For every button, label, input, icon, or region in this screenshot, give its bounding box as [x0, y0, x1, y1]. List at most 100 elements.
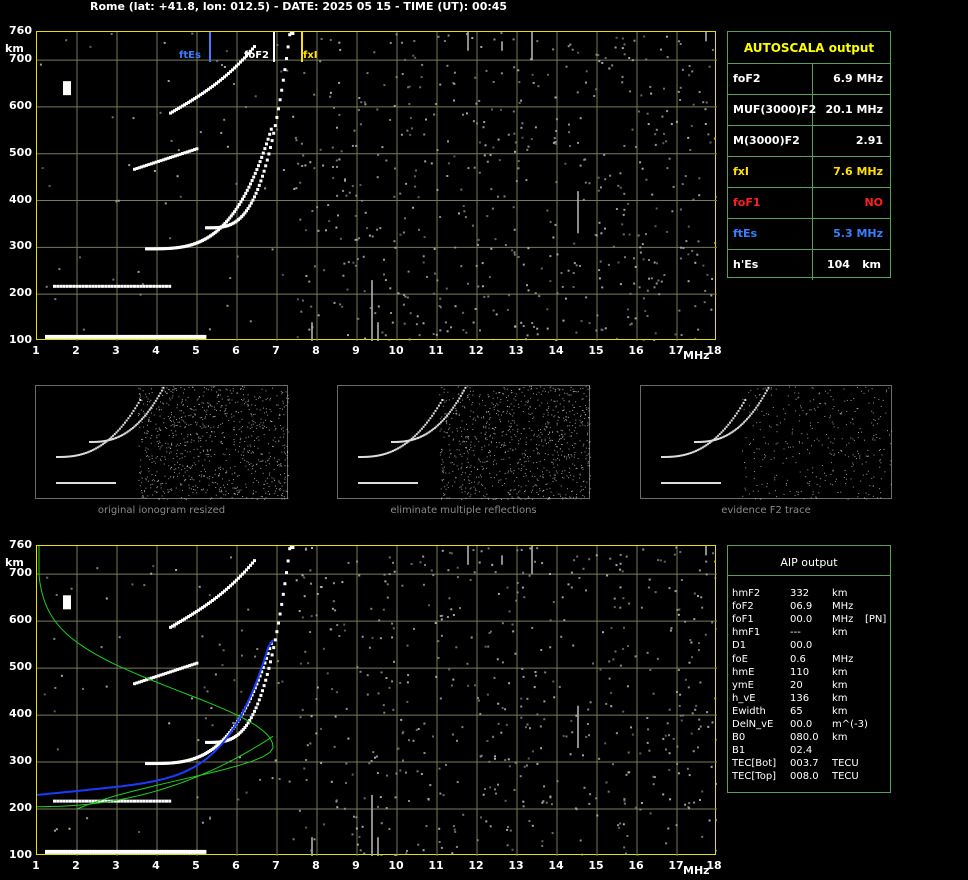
- noise-dot: [522, 805, 525, 808]
- thumbnail-trace: [462, 389, 465, 392]
- thumbnail-speckle: [775, 443, 777, 445]
- thumbnail-speckle: [442, 405, 444, 407]
- noise-dot: [65, 39, 68, 42]
- noise-dot: [432, 292, 435, 295]
- noise-dot: [515, 180, 518, 183]
- thumbnail-speckle: [785, 441, 787, 443]
- thumbnail-speckle: [797, 397, 799, 399]
- thumbnail-speckle: [485, 437, 487, 439]
- noise-dot: [646, 315, 649, 317]
- thumbnail-speckle: [587, 461, 589, 463]
- f-trace-dot: [262, 169, 266, 173]
- noise-dot: [713, 137, 716, 140]
- noise-dot: [280, 70, 283, 73]
- aip-param-unit: km: [832, 627, 848, 639]
- noise-dot: [513, 132, 516, 135]
- noise-dot: [305, 547, 308, 550]
- thumbnail-speckle: [154, 490, 156, 492]
- noise-dot: [373, 51, 376, 54]
- thumbnail-speckle: [150, 437, 152, 439]
- thumbnail-speckle: [759, 429, 761, 431]
- thumbnail-speckle: [143, 426, 145, 428]
- noise-dot: [679, 551, 682, 553]
- thumbnail-speckle: [493, 406, 495, 408]
- es-multiple-trace: [149, 284, 152, 288]
- noise-dot: [309, 569, 312, 572]
- autoscala-param-label: MUF(3000)F2: [733, 103, 817, 116]
- thumbnail-speckle: [523, 387, 525, 389]
- thumbnail-speckle: [152, 478, 154, 480]
- noise-dot: [405, 852, 408, 855]
- thumbnail-speckle: [264, 412, 266, 414]
- thumbnail-speckle: [158, 409, 160, 411]
- thumbnail-trace: [86, 451, 89, 454]
- thumbnail-speckle: [448, 399, 450, 401]
- thumbnail-speckle: [265, 461, 267, 463]
- noise-dot: [621, 37, 624, 40]
- thumbnail-es-trace: [404, 482, 406, 484]
- noise-dot: [152, 565, 155, 568]
- noise-dot: [689, 639, 692, 641]
- aip-divider: [728, 575, 890, 576]
- thumbnail-speckle: [579, 406, 581, 407]
- thumbnail-speckle: [467, 438, 469, 440]
- noise-dot: [671, 210, 674, 213]
- noise-dot: [447, 34, 450, 37]
- noise-dot: [627, 202, 630, 205]
- noise-dot: [646, 289, 649, 292]
- thumbnail-speckle: [148, 393, 150, 395]
- thumbnail-trace: [118, 427, 121, 430]
- thumbnail-speckle: [575, 419, 577, 421]
- noise-dot: [544, 671, 547, 674]
- noise-dot: [395, 33, 398, 36]
- thumbnail-speckle: [481, 485, 483, 487]
- thumbnail-speckle: [553, 458, 555, 460]
- thumbnail-speckle: [225, 388, 227, 390]
- thumbnail-speckle: [550, 390, 552, 392]
- thumbnail-speckle: [775, 490, 776, 492]
- thumbnail-trace: [436, 407, 439, 410]
- thumbnail-speckle: [486, 493, 488, 495]
- thumbnail-speckle: [140, 459, 142, 461]
- thumbnail-speckle: [500, 479, 502, 481]
- thumbnail-speckle: [455, 413, 457, 415]
- thumbnail-speckle: [542, 416, 544, 418]
- noise-dot: [391, 622, 394, 625]
- thumbnail-es-trace: [374, 482, 376, 484]
- thumbnail-speckle: [199, 452, 201, 454]
- noise-dot: [325, 229, 327, 232]
- thumbnail-speckle: [505, 451, 506, 453]
- thumbnail-speckle: [157, 431, 159, 432]
- noise-dot: [439, 329, 442, 332]
- aip-param-name: B0: [732, 732, 746, 744]
- thumbnail-speckle: [525, 468, 527, 470]
- noise-dot: [555, 181, 558, 184]
- thumbnail-speckle: [179, 464, 181, 465]
- noise-dot: [236, 255, 239, 258]
- thumbnail-speckle: [756, 422, 758, 424]
- thumbnail-speckle: [867, 390, 869, 392]
- thumbnail-speckle: [282, 402, 284, 404]
- thumbnail-speckle: [850, 437, 852, 439]
- thumbnail-speckle: [283, 490, 285, 492]
- noise-dot: [489, 154, 492, 156]
- thumbnail-speckle: [588, 453, 590, 455]
- noise-dot: [623, 43, 626, 46]
- thumbnail-speckle: [845, 424, 847, 426]
- thumbnail-trace: [156, 397, 159, 400]
- f-trace-dot: [251, 713, 255, 717]
- noise-dot: [432, 333, 435, 335]
- thumbnail-speckle: [509, 448, 511, 450]
- noise-streak: [311, 837, 313, 856]
- thumbnail-speckle: [792, 456, 794, 458]
- thumbnail-trace: [450, 408, 453, 411]
- thumbnail-speckle: [162, 395, 164, 396]
- noise-dot: [474, 76, 477, 79]
- noise-dot: [526, 284, 528, 287]
- thumbnail-speckle: [482, 399, 483, 401]
- thumbnail-speckle: [161, 495, 163, 497]
- thumbnail-speckle: [589, 386, 590, 388]
- noise-dot: [660, 280, 663, 283]
- thumbnail-speckle: [229, 402, 231, 404]
- thumbnail-speckle: [459, 426, 461, 428]
